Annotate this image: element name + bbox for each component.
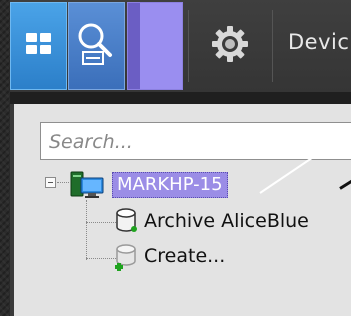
grid-icon — [25, 33, 52, 59]
database-icon — [114, 208, 138, 238]
tree-node-archive[interactable]: Archive AliceBlue — [144, 210, 309, 232]
collapse-toggle[interactable] — [45, 177, 56, 188]
gear-icon — [211, 25, 249, 67]
database-add-icon — [114, 244, 140, 276]
settings-button[interactable] — [195, 2, 265, 90]
tree-connector — [86, 200, 87, 260]
computer-server-icon — [70, 168, 104, 204]
search-devices-button[interactable] — [68, 2, 125, 90]
toolbar-divider — [272, 10, 273, 82]
home-button[interactable] — [10, 2, 67, 90]
tree-connector — [57, 182, 69, 183]
search-magnifier-icon — [77, 22, 117, 70]
tree-node-create[interactable]: Create... — [144, 245, 225, 267]
toolbar-divider — [188, 10, 189, 82]
search-input[interactable]: Search... — [40, 122, 351, 160]
panel-header-strip — [10, 92, 351, 104]
view-button[interactable] — [127, 2, 183, 90]
toolbar: Devic — [10, 0, 351, 92]
device-tree-panel: Search... MARKHP-15 Archive AliceBlue Cr… — [10, 104, 351, 316]
tree-node-markhp-15[interactable]: MARKHP-15 — [112, 172, 228, 198]
app-frame: Devic Search... MARKHP-15 Archive AliceB… — [10, 0, 351, 316]
devices-tab-label[interactable]: Devic — [288, 30, 349, 54]
device-tree: MARKHP-15 Archive AliceBlue Create... — [14, 164, 351, 314]
